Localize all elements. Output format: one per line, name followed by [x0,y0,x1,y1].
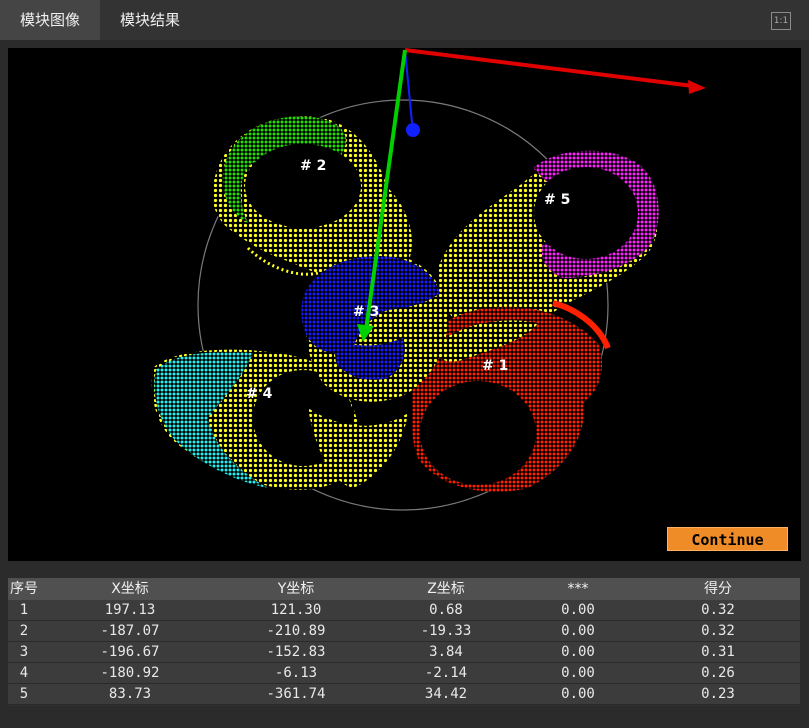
cell-index: 1 [19,602,29,618]
tab-module-result[interactable]: 模块结果 [100,0,200,40]
cell-y: 121.30 [270,602,322,618]
cell-score: 0.32 [701,623,735,639]
part-label-5: # 5 [544,192,570,208]
cell-z: -2.14 [424,665,468,681]
part-5-cloud [438,150,659,334]
cell-extra: 0.00 [561,665,595,681]
cell-z: 34.42 [424,686,468,702]
cell-x: -180.92 [100,665,160,681]
cell-index: 2 [19,623,29,639]
table-header: 序号 X坐标 Y坐标 Z坐标 *** 得分 [8,578,800,600]
point-cloud-viewport[interactable]: # 2 # 5 # 3 # 1 # 4 [8,48,801,561]
tab-module-image[interactable]: 模块图像 [0,0,100,40]
cell-index: 3 [19,644,29,660]
table-row[interactable]: 1 197.13 121.30 0.68 0.00 0.32 [8,600,800,621]
cell-x: 197.13 [104,602,156,618]
header-index[interactable]: 序号 [8,578,40,600]
point-cloud-canvas: # 2 # 5 # 3 # 1 # 4 [151,48,706,511]
cell-extra: 0.00 [561,602,595,618]
cell-z: -19.33 [420,623,472,639]
header-score[interactable]: 得分 [636,578,800,600]
part-label-2: # 2 [300,158,326,174]
tab-bar: 模块图像 模块结果 1:1 [0,0,809,40]
part-label-1: # 1 [482,358,508,374]
cell-index: 4 [19,665,29,681]
cell-x: -196.67 [100,644,160,660]
part-2-cloud [212,116,412,277]
cell-score: 0.26 [701,665,735,681]
table-row[interactable]: 3 -196.67 -152.83 3.84 0.00 0.31 [8,642,800,663]
cell-z: 3.84 [429,644,463,660]
cell-y: -210.89 [266,623,326,639]
cell-index: 5 [19,686,29,702]
cell-extra: 0.00 [561,623,595,639]
cell-y: -6.13 [274,665,318,681]
cell-y: -361.74 [266,686,326,702]
header-extra[interactable]: *** [520,578,636,600]
bottom-strip [0,706,809,728]
part-label-4: # 4 [246,386,273,402]
continue-button[interactable]: Continue [667,527,788,551]
header-x[interactable]: X坐标 [40,578,220,600]
part-label-3: # 3 [353,304,379,320]
cell-score: 0.31 [701,644,735,660]
cell-score: 0.23 [701,686,735,702]
cell-x: -187.07 [100,623,160,639]
header-z[interactable]: Z坐标 [372,578,520,600]
cell-extra: 0.00 [561,644,595,660]
cell-extra: 0.00 [561,686,595,702]
cell-score: 0.32 [701,602,735,618]
table-row[interactable]: 2 -187.07 -210.89 -19.33 0.00 0.32 [8,621,800,642]
actual-size-button[interactable]: 1:1 [771,12,791,30]
cell-y: -152.83 [266,644,326,660]
results-table: 序号 X坐标 Y坐标 Z坐标 *** 得分 1 197.13 121.30 0.… [8,578,800,706]
table-row[interactable]: 5 83.73 -361.74 34.42 0.00 0.23 [8,684,800,705]
table-row[interactable]: 4 -180.92 -6.13 -2.14 0.00 0.26 [8,663,800,684]
header-y[interactable]: Y坐标 [220,578,372,600]
cell-z: 0.68 [429,602,463,618]
cell-x: 83.73 [108,686,152,702]
